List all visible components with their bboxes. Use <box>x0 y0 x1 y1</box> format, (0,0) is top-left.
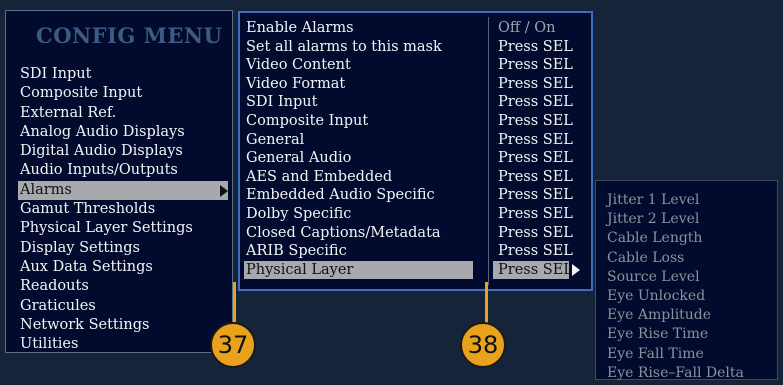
physical-layer-alarms-panel: Jitter 1 Level Jitter 2 Level Cable Leng… <box>595 180 778 383</box>
alarm-row-value: Press SEL <box>498 205 573 222</box>
physical-layer-item-eye-rise-time[interactable]: Eye Rise Time <box>607 325 744 344</box>
alarm-row-label: General <box>246 131 305 148</box>
alarm-row-closed-captions-metadata[interactable]: Closed Captions/Metadata Press SEL <box>246 224 583 243</box>
alarm-row-sdi-input[interactable]: SDI Input Press SEL <box>246 93 583 112</box>
alarm-row-label: SDI Input <box>246 94 318 111</box>
alarm-row-value: Press SEL <box>498 112 573 129</box>
alarm-row-label: Enable Alarms <box>246 20 354 36</box>
alarm-row-value: Press SEL <box>498 150 573 167</box>
config-item-label: Physical Layer Settings <box>20 220 193 237</box>
alarm-row-label: Physical Layer <box>246 261 354 278</box>
alarm-row-video-content[interactable]: Video Content Press SEL <box>246 56 583 75</box>
config-item-label: Readouts <box>20 278 89 295</box>
alarm-row-label: Video Format <box>246 75 346 92</box>
config-item-label: Utilities <box>20 336 79 353</box>
alarm-row-composite-input[interactable]: Composite Input Press SEL <box>246 112 583 131</box>
config-item-label: Graticules <box>20 297 96 314</box>
config-item-graticules[interactable]: Graticules <box>18 297 228 316</box>
physical-layer-item-jitter-1-level[interactable]: Jitter 1 Level <box>607 191 744 210</box>
alarm-row-value: Press SEL <box>498 38 573 55</box>
alarm-row-enable-alarms[interactable]: Enable Alarms Off / On <box>246 19 583 38</box>
alarm-row-label: Set all alarms to this mask <box>246 38 442 55</box>
callout-38: 38 <box>460 322 506 368</box>
config-menu-list: SDI Input Composite Input External Ref. … <box>18 65 228 354</box>
config-menu-title: CONFIG MENU <box>36 23 223 48</box>
alarm-row-value: Press SEL <box>498 261 573 278</box>
config-item-readouts[interactable]: Readouts <box>18 277 228 296</box>
config-item-label: Display Settings <box>20 239 140 256</box>
alarm-row-label: Dolby Specific <box>246 205 352 222</box>
submenu-arrow-icon <box>220 184 228 197</box>
alarms-submenu-list: Enable Alarms Off / On Set all alarms to… <box>244 19 583 280</box>
config-item-label: Audio Inputs/Outputs <box>20 162 178 179</box>
config-item-label: SDI Input <box>20 66 92 82</box>
alarm-row-toggle-value[interactable]: Off / On <box>498 19 556 38</box>
alarm-row-value: Press SEL <box>498 131 573 148</box>
config-item-composite-input[interactable]: Composite Input <box>18 84 228 103</box>
alarm-row-physical-layer[interactable]: Physical Layer Press SEL <box>244 260 583 280</box>
physical-layer-item-eye-rise-fall-delta[interactable]: Eye Rise–Fall Delta <box>607 364 744 383</box>
config-item-aux-data-settings[interactable]: Aux Data Settings <box>18 258 228 277</box>
alarm-row-embedded-audio-specific[interactable]: Embedded Audio Specific Press SEL <box>246 186 583 205</box>
config-item-label: Gamut Thresholds <box>20 201 156 218</box>
config-item-label: Alarms <box>20 181 72 198</box>
alarm-row-label: Closed Captions/Metadata <box>246 224 441 241</box>
alarm-row-value: Press SEL <box>498 187 573 204</box>
physical-layer-item-eye-amplitude[interactable]: Eye Amplitude <box>607 306 744 325</box>
config-item-physical-layer-settings[interactable]: Physical Layer Settings <box>18 219 228 238</box>
config-item-digital-audio-displays[interactable]: Digital Audio Displays <box>18 142 228 161</box>
alarm-row-value: Press SEL <box>498 94 573 111</box>
alarm-row-value: Press SEL <box>498 243 573 260</box>
config-item-label: Network Settings <box>20 316 150 333</box>
config-item-network-settings[interactable]: Network Settings <box>18 316 228 335</box>
alarm-row-label: Composite Input <box>246 112 369 129</box>
config-item-label: Aux Data Settings <box>20 258 153 275</box>
config-item-label: Digital Audio Displays <box>20 143 183 160</box>
alarm-row-label: General Audio <box>246 150 352 167</box>
config-item-label: External Ref. <box>20 104 117 121</box>
callout-38-leader <box>485 282 488 324</box>
config-item-alarms[interactable]: Alarms <box>18 180 228 201</box>
alarm-row-set-all-mask[interactable]: Set all alarms to this mask Press SEL <box>246 38 583 57</box>
alarms-submenu-panel: Enable Alarms Off / On Set all alarms to… <box>238 11 593 291</box>
physical-layer-item-jitter-2-level[interactable]: Jitter 2 Level <box>607 210 744 229</box>
alarm-row-aes-embedded[interactable]: AES and Embedded Press SEL <box>246 168 583 187</box>
config-item-label: Composite Input <box>20 85 143 102</box>
config-item-gamut-thresholds[interactable]: Gamut Thresholds <box>18 200 228 219</box>
physical-layer-item-eye-unlocked[interactable]: Eye Unlocked <box>607 287 744 306</box>
alarm-row-label: Embedded Audio Specific <box>246 187 435 204</box>
physical-layer-item-cable-length[interactable]: Cable Length <box>607 229 744 248</box>
alarm-row-label: AES and Embedded <box>246 168 393 185</box>
alarm-row-arib-specific[interactable]: ARIB Specific Press SEL <box>246 242 583 261</box>
alarm-row-value: Press SEL <box>498 57 573 74</box>
config-menu-panel: CONFIG MENU SDI Input Composite Input Ex… <box>5 10 233 353</box>
callout-37: 37 <box>210 322 256 368</box>
alarm-row-video-format[interactable]: Video Format Press SEL <box>246 75 583 94</box>
config-item-utilities[interactable]: Utilities <box>18 335 228 354</box>
callout-37-leader <box>233 282 236 324</box>
config-item-external-ref[interactable]: External Ref. <box>18 104 228 123</box>
config-item-sdi-input[interactable]: SDI Input <box>18 65 228 84</box>
config-item-analog-audio-displays[interactable]: Analog Audio Displays <box>18 123 228 142</box>
physical-layer-alarms-list: Jitter 1 Level Jitter 2 Level Cable Leng… <box>607 191 744 383</box>
config-item-label: Analog Audio Displays <box>20 123 185 140</box>
physical-layer-item-eye-fall-time[interactable]: Eye Fall Time <box>607 345 744 364</box>
config-item-audio-inputs-outputs[interactable]: Audio Inputs/Outputs <box>18 161 228 180</box>
submenu-arrow-icon <box>572 263 580 276</box>
alarm-row-value: Press SEL <box>498 168 573 185</box>
alarm-row-general-audio[interactable]: General Audio Press SEL <box>246 149 583 168</box>
config-item-display-settings[interactable]: Display Settings <box>18 239 228 258</box>
physical-layer-item-cable-loss[interactable]: Cable Loss <box>607 249 744 268</box>
alarm-row-label: ARIB Specific <box>246 243 347 260</box>
alarm-row-general[interactable]: General Press SEL <box>246 131 583 150</box>
alarm-row-label: Video Content <box>246 57 351 74</box>
alarm-row-dolby-specific[interactable]: Dolby Specific Press SEL <box>246 205 583 224</box>
alarm-row-value: Press SEL <box>498 75 573 92</box>
physical-layer-item-source-level[interactable]: Source Level <box>607 268 744 287</box>
alarm-row-value: Press SEL <box>498 224 573 241</box>
